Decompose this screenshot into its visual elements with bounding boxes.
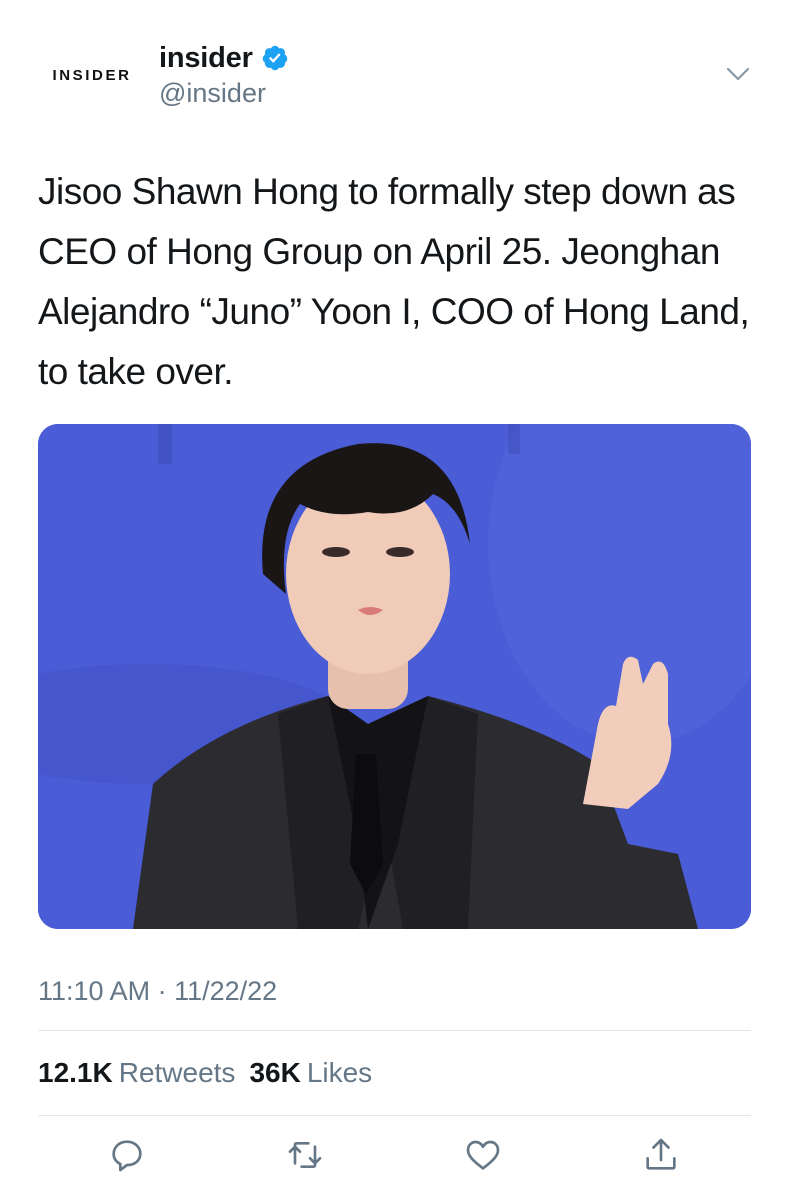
action-bar [0,1130,789,1190]
retweets-stat[interactable]: 12.1K Retweets [38,1057,235,1089]
like-icon[interactable] [458,1130,508,1180]
avatar[interactable]: INSIDER [38,40,146,110]
likes-label: Likes [306,1057,373,1088]
divider [38,1030,751,1031]
likes-stat[interactable]: 36K Likes [249,1057,372,1089]
avatar-logo-text: INSIDER [52,66,132,84]
retweet-icon[interactable] [280,1130,330,1180]
photo-illustration [38,424,751,929]
tweet-text: Jisoo Shawn Hong to formally step down a… [38,171,750,392]
tweet-timestamp[interactable]: 11:10 AM · 11/22/22 [38,976,277,1007]
retweets-count: 12.1K [38,1057,113,1088]
chevron-down-icon[interactable] [725,64,751,84]
likes-count: 36K [249,1057,301,1088]
verified-badge-icon [261,44,289,72]
engagement-stats: 12.1K Retweets 36K Likes [38,1057,372,1089]
tweet-header: INSIDER insider @insider [0,0,789,140]
tweet-photo[interactable] [38,424,751,929]
display-name[interactable]: insider [159,42,253,75]
reply-icon[interactable] [102,1130,152,1180]
share-icon[interactable] [636,1130,686,1180]
name-row[interactable]: insider [159,40,289,76]
divider [38,1115,751,1116]
retweets-label: Retweets [118,1057,236,1088]
account-handle[interactable]: @insider [159,78,266,109]
